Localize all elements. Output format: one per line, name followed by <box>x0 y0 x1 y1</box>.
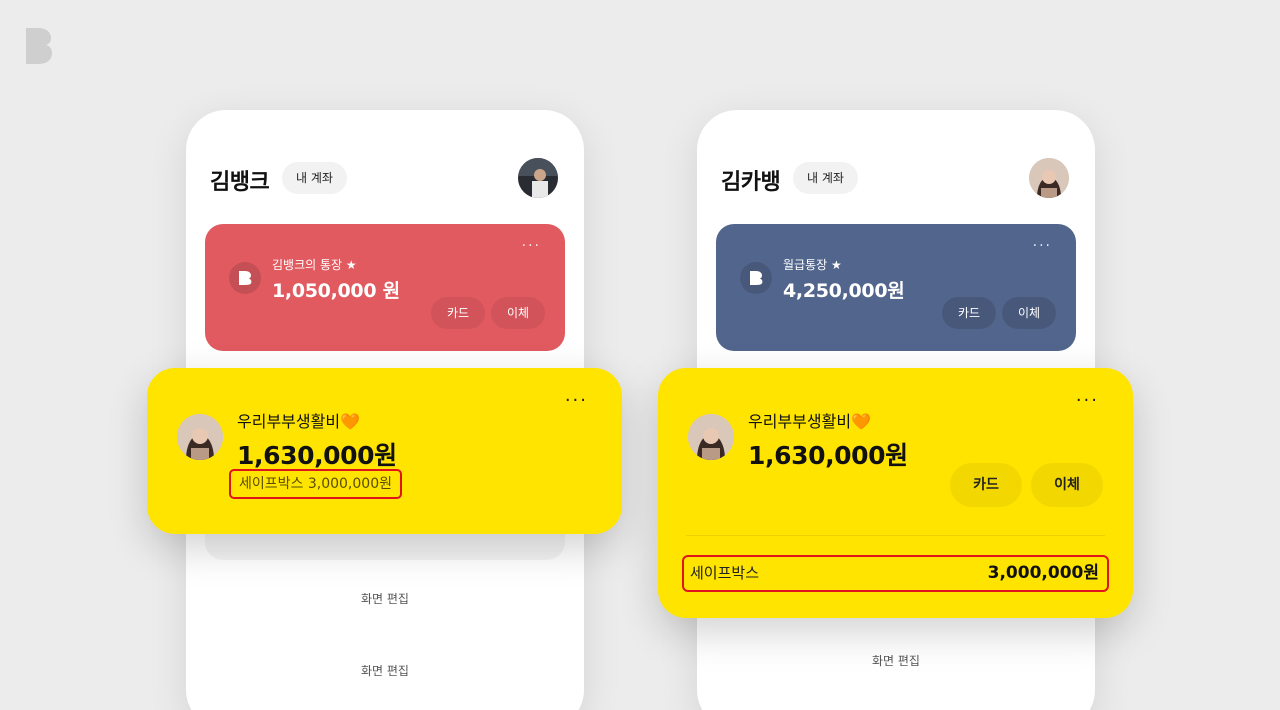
more-icon[interactable]: ··· <box>565 390 588 411</box>
account-card[interactable]: ··· 김뱅크의 통장 ★ 1,050,000 원 카드 이체 <box>205 224 565 351</box>
shared-account-card[interactable]: ··· 우리부부생활비🧡 1,630,000원 카드 이체 세이프박스 3,00… <box>658 368 1133 618</box>
edit-screen-link[interactable]: 화면 편집 <box>697 652 1095 669</box>
shared-account-balance: 1,630,000원 <box>237 441 397 470</box>
card-button[interactable]: 카드 <box>431 297 486 329</box>
shared-account-avatar <box>177 414 223 460</box>
shared-account-card[interactable]: ··· 우리부부생활비🧡 1,630,000원 세이프박스 3,000,000원 <box>147 368 622 534</box>
more-icon[interactable]: ··· <box>1076 390 1099 411</box>
user-name: 김뱅크 <box>210 170 270 195</box>
safebox-label: 세이프박스 <box>690 564 760 582</box>
edit-screen-link[interactable]: 화면 편집 <box>186 590 584 607</box>
card-button[interactable]: 카드 <box>950 463 1022 507</box>
safebox-row[interactable]: 세이프박스 3,000,000원 <box>682 555 1109 592</box>
transfer-button[interactable]: 이체 <box>1031 463 1103 507</box>
safebox-amount: 3,000,000원 <box>987 563 1099 583</box>
shared-account-title: 우리부부생활비🧡 <box>237 412 360 431</box>
more-icon[interactable]: ··· <box>1033 238 1052 254</box>
user-name: 김카뱅 <box>721 170 781 195</box>
account-card[interactable]: ··· 월급통장 ★ 4,250,000원 카드 이체 <box>716 224 1076 351</box>
card-button[interactable]: 카드 <box>942 297 997 329</box>
edit-screen-link[interactable]: 화면 편집 <box>186 662 584 679</box>
shared-account-balance: 1,630,000원 <box>748 441 908 470</box>
bank-logo-icon <box>229 262 261 294</box>
more-icon[interactable]: ··· <box>522 238 541 254</box>
account-title: 월급통장 ★ <box>783 258 842 272</box>
safebox-highlight[interactable]: 세이프박스 3,000,000원 <box>229 469 402 499</box>
brand-logo-icon <box>26 28 52 64</box>
my-account-button[interactable]: 내 계좌 <box>793 162 858 194</box>
account-balance: 4,250,000원 <box>783 280 905 302</box>
shared-account-avatar <box>688 414 734 460</box>
divider <box>686 535 1105 536</box>
profile-avatar[interactable] <box>1029 158 1069 198</box>
bank-logo-icon <box>740 262 772 294</box>
profile-avatar[interactable] <box>518 158 558 198</box>
account-balance: 1,050,000 원 <box>272 280 400 302</box>
transfer-button[interactable]: 이체 <box>1002 297 1057 329</box>
my-account-button[interactable]: 내 계좌 <box>282 162 347 194</box>
transfer-button[interactable]: 이체 <box>491 297 546 329</box>
account-title: 김뱅크의 통장 ★ <box>272 258 357 272</box>
shared-account-title: 우리부부생활비🧡 <box>748 412 871 431</box>
